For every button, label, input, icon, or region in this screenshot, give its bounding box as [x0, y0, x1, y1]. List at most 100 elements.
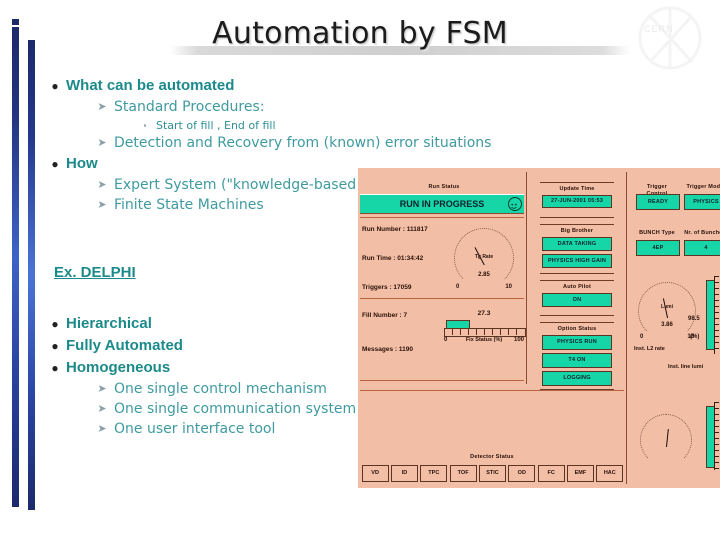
example-item-label: One user interface tool: [114, 421, 276, 437]
gauge-name: Tg Rate: [474, 254, 494, 260]
group-label: Update Time: [559, 186, 595, 192]
group-big-brother: Big Brother DATA TAKING PHYSICS HIGH GAI…: [540, 224, 614, 274]
bunch-type-label: BUNCH Type: [639, 230, 675, 236]
detector-status-cell[interactable]: EMF: [566, 465, 594, 482]
bullet-icon: ▪: [143, 121, 147, 130]
bullet-icon: ●: [51, 157, 59, 171]
field-fill-number: Fill Number : 7: [362, 312, 408, 319]
gauge-value: 2.85: [478, 272, 490, 278]
left-rail-inner: [28, 40, 35, 510]
example-item: ● Fully Automated: [44, 336, 384, 356]
slider-fill: [446, 320, 470, 329]
example-item-label: Hierarchical: [66, 315, 152, 332]
run-status-label: Run Status: [428, 184, 460, 190]
detector-status-cell[interactable]: OD: [508, 465, 536, 482]
example-item: ● Homogeneous: [44, 358, 384, 378]
auto-pilot-value[interactable]: ON: [542, 293, 612, 307]
outline-item-label: How: [66, 155, 98, 172]
example-item: ➤ One user interface tool: [90, 420, 384, 439]
gauge-min: 0: [640, 334, 644, 340]
big-brother-state[interactable]: DATA TAKING: [542, 237, 612, 251]
field-run-number: Run Number : 111817: [362, 226, 428, 233]
trigger-mode-label: Trigger Mode: [686, 184, 720, 190]
panel-separator-2: [626, 172, 627, 484]
panel-hrule-1: [360, 217, 524, 218]
gauge-value: 3.86: [661, 322, 673, 328]
outline-item-label: Finite State Machines: [114, 197, 264, 213]
example-item: ➤ One single control mechanism: [90, 380, 384, 399]
left-rail-outer: [12, 27, 19, 507]
detector-status-cell[interactable]: ID: [390, 465, 418, 482]
cern-logo: CERN: [624, 2, 716, 74]
trigger-control-value[interactable]: READY: [636, 194, 680, 210]
bunch-count-value[interactable]: 4: [684, 240, 720, 256]
slider-max: 100: [513, 337, 524, 343]
example-item-label: One single control mechanism: [114, 381, 327, 397]
group-auto-pilot: Auto Pilot ON: [540, 280, 614, 316]
fix-status-slider: 27.3 0 Fix Status (%) 100: [444, 310, 526, 350]
lumi-bar-caption: Inst. line lumi: [668, 364, 704, 370]
panel-hrule-3: [360, 380, 524, 381]
slider-value: 27.3: [477, 310, 491, 317]
lumi-vertical-scale: [714, 276, 719, 354]
bullet-icon: ➤: [97, 179, 107, 191]
field-messages: Messages : 1190: [362, 346, 413, 353]
group-label: Option Status: [557, 326, 597, 332]
update-time-value[interactable]: 27-JUN-2001 05:53: [542, 195, 612, 208]
panel-hrule-2: [360, 298, 524, 299]
panel-hrule-4: [360, 390, 624, 391]
bullet-icon: ●: [51, 339, 59, 353]
group-label: Auto Pilot: [563, 284, 591, 290]
gauge-name: Lumi: [661, 304, 673, 310]
detector-status-cell[interactable]: TOF: [449, 465, 477, 482]
detector-status-cell[interactable]: HAC: [596, 465, 624, 482]
page-title: Automation by FSM: [212, 16, 508, 51]
group-label: Big Brother: [560, 228, 594, 234]
big-brother-mode[interactable]: PHYSICS HIGH GAIN: [542, 254, 612, 268]
bullet-icon: ➤: [97, 423, 107, 435]
detector-status-cell[interactable]: TPC: [420, 465, 448, 482]
outline-item: ➤ Standard Procedures:: [90, 98, 524, 117]
slider-caption: Fix Status (%): [465, 337, 503, 343]
lumi-side-value: 98.5: [688, 316, 700, 322]
bunch-type-value[interactable]: 4EP: [636, 240, 680, 256]
bullet-icon: ●: [51, 79, 59, 93]
lumi-vertical-scale-2: [714, 402, 719, 470]
bullet-icon: ●: [51, 317, 59, 331]
outline-item: ▪ Start of fill , End of fill: [134, 118, 524, 134]
group-option-status: Option Status PHYSICS RUN T4 ON LOGGING: [540, 322, 614, 390]
bullet-icon: ➤: [97, 199, 107, 211]
outline-item-label: Detection and Recovery from (known) erro…: [114, 135, 492, 151]
group-update-time: Update Time 27-JUN-2001 05:53: [540, 182, 614, 218]
option-logging[interactable]: LOGGING: [542, 371, 612, 386]
field-run-time: Run Time : 01:34:42: [362, 255, 424, 262]
example-heading: Ex. DELPHI: [54, 264, 136, 281]
example-item: ● Hierarchical: [44, 314, 384, 334]
detector-status-cell[interactable]: VD: [361, 465, 389, 482]
outline-item-label: Standard Procedures:: [114, 99, 265, 115]
outline-item: ➤ Detection and Recovery from (known) err…: [90, 134, 524, 153]
field-triggers: Triggers : 17059: [362, 284, 412, 291]
lumi-side-unit: (%): [690, 334, 700, 340]
bullet-icon: ➤: [97, 383, 107, 395]
lumi-caption: Inst. L2 rate: [634, 346, 665, 352]
option-physics-run[interactable]: PHYSICS RUN: [542, 335, 612, 350]
lower-gauge: [640, 414, 692, 466]
gauge-min: 0: [456, 284, 460, 290]
detector-status-row: VD ID TPC TOF STIC OD FC EMF HAC: [360, 465, 624, 484]
detector-status-cell[interactable]: STIC: [478, 465, 506, 482]
trigger-rate-gauge: Tg Rate 2.85 0 10: [454, 228, 514, 290]
detector-status-cell[interactable]: FC: [537, 465, 565, 482]
gauge-dial: [638, 282, 696, 340]
cern-logo-label: CERN: [644, 24, 674, 34]
slider-ticks: [444, 328, 524, 335]
bunch-count-label: Nr. of Bunches: [684, 230, 720, 236]
example-item: ➤ One single communication system: [90, 400, 384, 419]
bullet-icon: ●: [51, 361, 59, 375]
option-t4-on[interactable]: T4 ON: [542, 353, 612, 368]
gauge-max: 10: [505, 284, 512, 290]
trigger-mode-value[interactable]: PHYSICS: [684, 194, 720, 210]
outline-item-label: Start of fill , End of fill: [156, 119, 276, 132]
smiley-icon: [508, 197, 522, 211]
example-item-label: Homogeneous: [66, 359, 171, 376]
